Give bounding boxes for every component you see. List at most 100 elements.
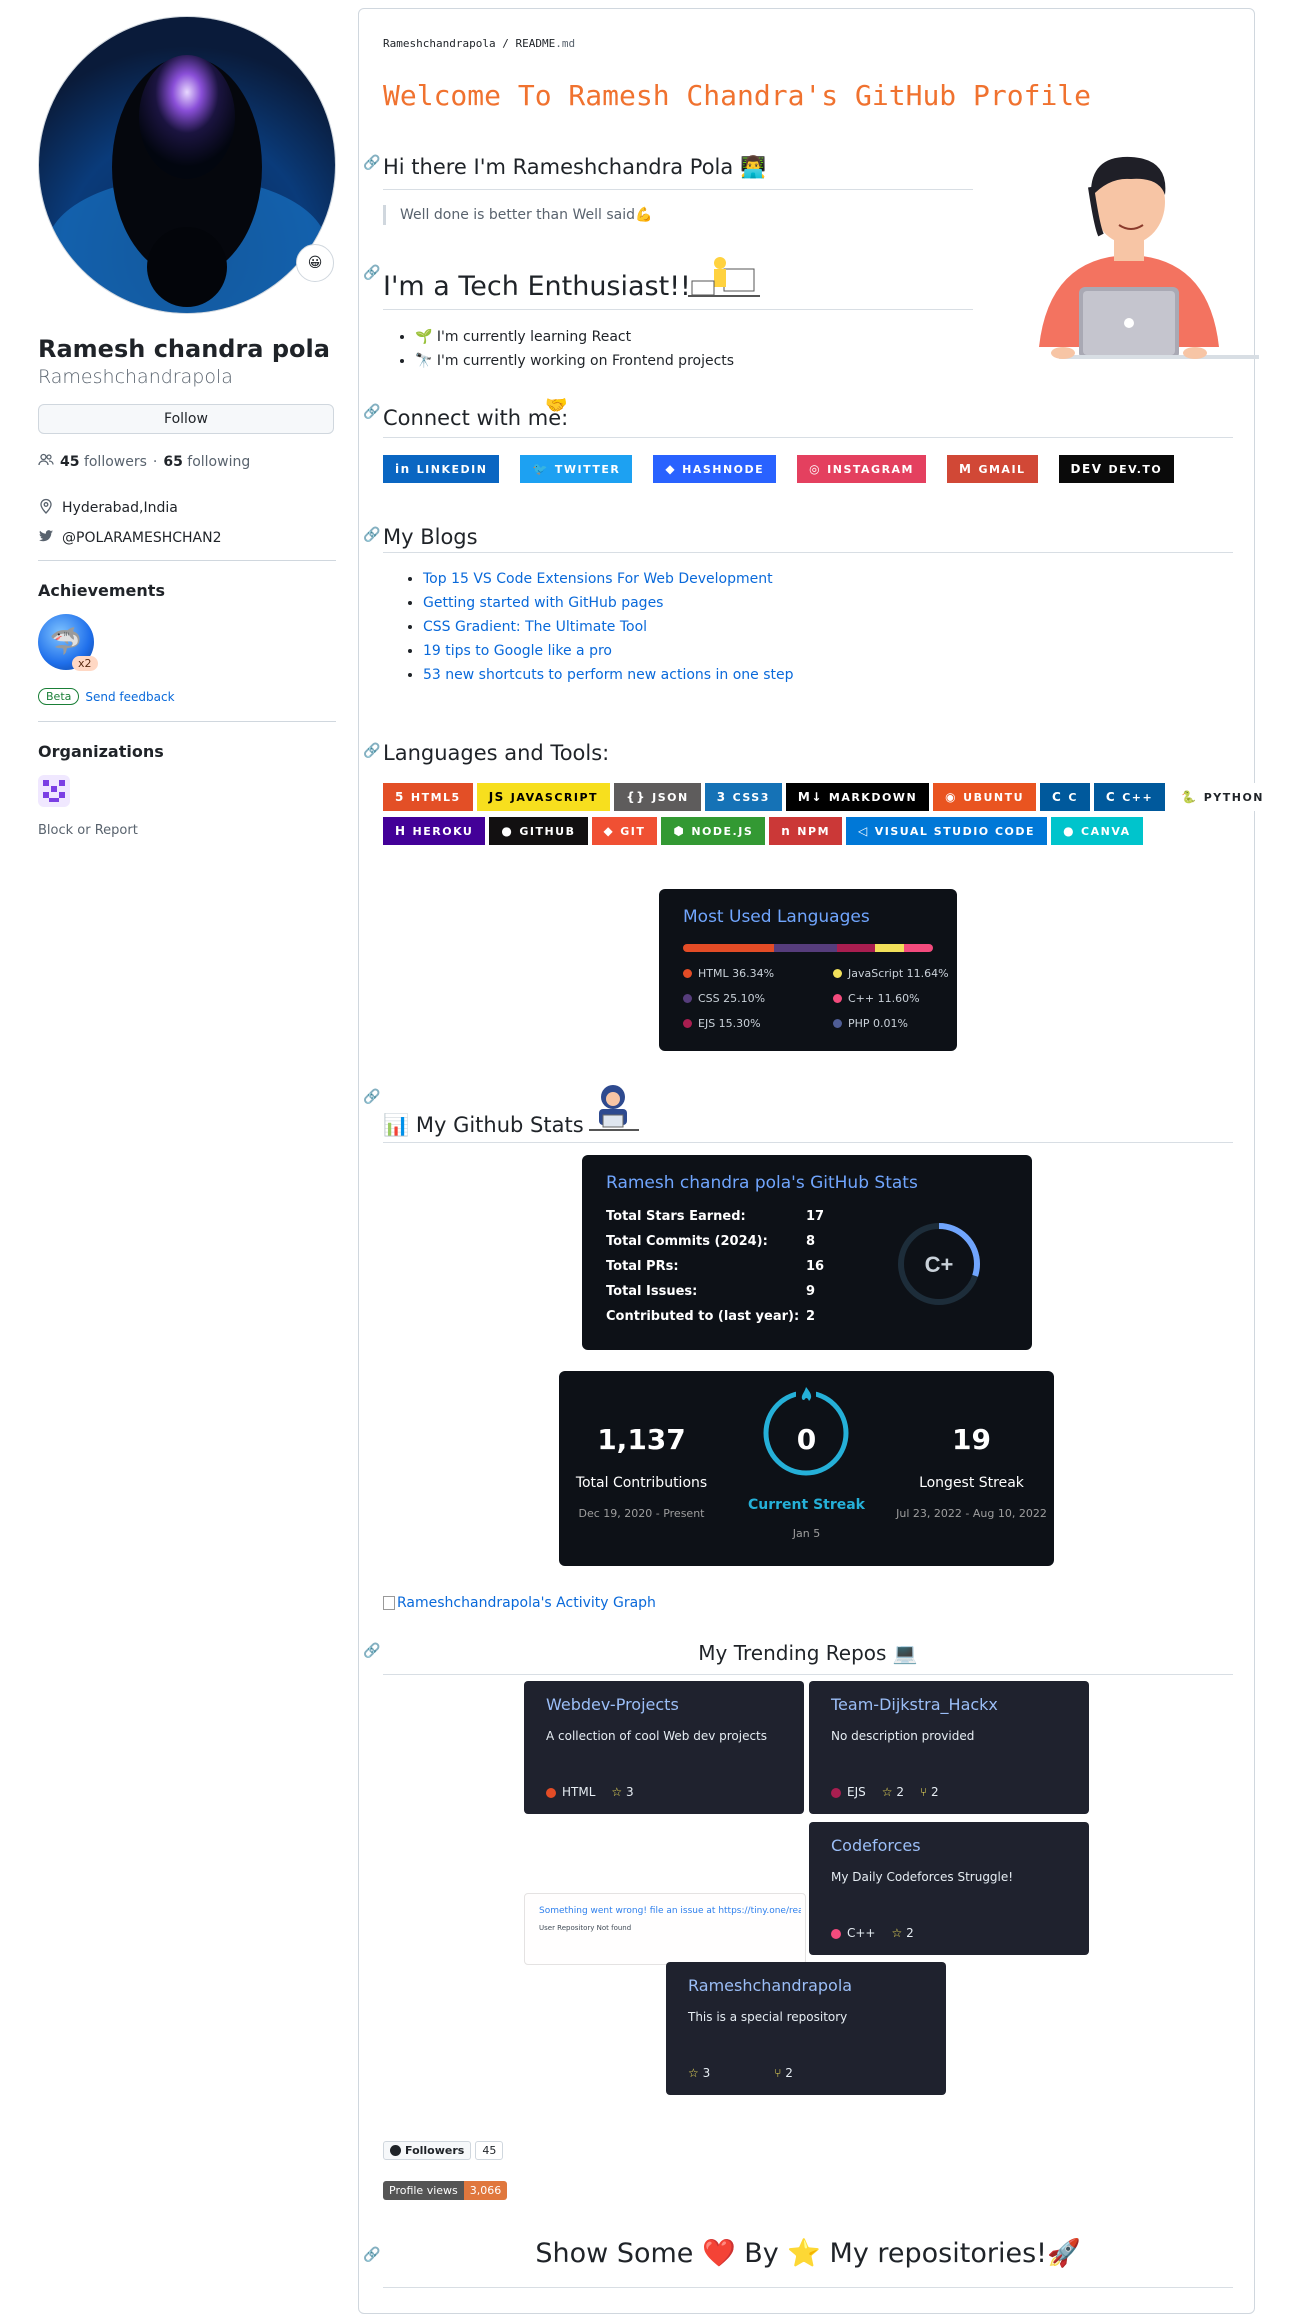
readme-path-user[interactable]: Rameshchandrapola bbox=[383, 37, 496, 50]
anchor-link-icon[interactable]: 🔗 bbox=[363, 527, 380, 543]
longest-streak: 19 bbox=[952, 1423, 991, 1456]
github-icon: ● bbox=[501, 824, 514, 838]
language-legend-item: PHP 0.01% bbox=[833, 1017, 908, 1030]
tool-badge[interactable]: ● GITHUB bbox=[489, 817, 588, 845]
repo-footer: HTML ☆ 3 bbox=[546, 1785, 634, 1799]
language-legend-item: JavaScript 11.64% bbox=[833, 967, 949, 980]
css3-icon: 3 bbox=[716, 790, 727, 804]
language-bar-segment bbox=[836, 944, 875, 952]
blog-link[interactable]: CSS Gradient: The Ultimate Tool bbox=[423, 619, 794, 635]
anchor-link-icon[interactable]: 🔗 bbox=[363, 2247, 380, 2263]
following-link[interactable]: 65 following bbox=[163, 454, 250, 470]
badge-label: MARKDOWN bbox=[828, 790, 918, 804]
stat-value: 2 bbox=[806, 1309, 816, 1324]
tool-badge[interactable]: H HEROKU bbox=[383, 817, 486, 845]
profile-sidebar: 😀 Ramesh chandra pola Rameshchandrapola … bbox=[38, 16, 336, 838]
badge-label: HTML5 bbox=[410, 790, 461, 804]
repos-heading: My Trending Repos 💻 bbox=[698, 1641, 918, 1665]
followers-badge[interactable]: Followers 45 bbox=[383, 2141, 504, 2160]
anchor-link-icon[interactable]: 🔗 bbox=[363, 743, 380, 759]
tool-badge[interactable]: JS JAVASCRIPT bbox=[476, 783, 611, 811]
avatar[interactable] bbox=[38, 16, 336, 314]
repo-card[interactable]: Team-Dijkstra_Hackx No description provi… bbox=[809, 1681, 1089, 1814]
tool-badge[interactable]: C C++ bbox=[1093, 783, 1166, 811]
streak-stats-card: 1,137 Total Contributions Dec 19, 2020 -… bbox=[559, 1371, 1054, 1566]
social-badge[interactable]: ◆ HASHNODE bbox=[653, 455, 777, 483]
achievement-badge[interactable]: 🦈 x2 bbox=[38, 614, 98, 674]
divider bbox=[383, 2287, 1233, 2288]
stat-value: 17 bbox=[806, 1209, 825, 1224]
stat-value: 8 bbox=[806, 1234, 816, 1249]
blog-link[interactable]: 53 new shortcuts to perform new actions … bbox=[423, 667, 794, 683]
star-icon: ☆ bbox=[881, 1785, 893, 1799]
twitter-icon: 🐦 bbox=[532, 462, 549, 476]
follow-button[interactable]: Follow bbox=[38, 404, 334, 434]
broken-image-icon bbox=[383, 1596, 395, 1610]
tool-badge[interactable]: 5 HTML5 bbox=[383, 783, 473, 811]
profile-views-badge: Profile views 3,066 bbox=[383, 2181, 508, 2200]
block-report-link[interactable]: Block or Report bbox=[38, 823, 336, 838]
blog-link[interactable]: Top 15 VS Code Extensions For Web Develo… bbox=[423, 571, 794, 587]
send-feedback-link[interactable]: Send feedback bbox=[85, 690, 174, 704]
tool-badge[interactable]: M↓ MARKDOWN bbox=[785, 783, 930, 811]
followers-link[interactable]: 45 followers bbox=[60, 454, 147, 470]
divider bbox=[383, 1674, 1233, 1675]
repo-card[interactable]: Webdev-Projects A collection of cool Web… bbox=[524, 1681, 804, 1814]
list-item: 🌱 I'm currently learning React bbox=[415, 329, 734, 345]
repo-card[interactable]: Rameshchandrapola This is a special repo… bbox=[666, 1962, 946, 2095]
tool-badge[interactable]: CC bbox=[1040, 783, 1090, 811]
stats-card-title: Ramesh chandra pola's GitHub Stats bbox=[606, 1173, 918, 1193]
language-dot bbox=[683, 1019, 692, 1028]
anchor-link-icon[interactable]: 🔗 bbox=[363, 404, 380, 420]
organization-logo-icon bbox=[43, 780, 65, 802]
stat-value: 9 bbox=[806, 1284, 816, 1299]
social-badge[interactable]: in LINKEDIN bbox=[383, 455, 500, 483]
social-badge[interactable]: M GMAIL bbox=[947, 455, 1038, 483]
instagram-icon: ◎ bbox=[809, 462, 822, 476]
repo-description: No description provided bbox=[831, 1729, 975, 1743]
javascript-icon: JS bbox=[488, 790, 505, 804]
repo-description: A collection of cool Web dev projects bbox=[546, 1729, 768, 1743]
activity-graph-link[interactable]: Rameshchandrapola's Activity Graph bbox=[383, 1595, 656, 1611]
heroku-icon: H bbox=[395, 824, 407, 838]
tool-badge[interactable]: ◆ GIT bbox=[591, 817, 658, 845]
readme-path: Rameshchandrapola / README.md bbox=[383, 37, 576, 50]
feedback-row: Beta Send feedback bbox=[38, 688, 336, 705]
star-icon: ☆ bbox=[688, 2066, 699, 2080]
repo-footer: ☆ 3 ⑂ 2 bbox=[688, 2066, 793, 2080]
stat-label: Total Issues: bbox=[606, 1284, 698, 1299]
repo-card[interactable]: Codeforces My Daily Codeforces Struggle!… bbox=[809, 1822, 1089, 1955]
anchor-link-icon[interactable]: 🔗 bbox=[363, 265, 380, 281]
stat-value: 16 bbox=[806, 1259, 825, 1274]
dev-to-icon: DEV bbox=[1070, 462, 1103, 476]
social-badge[interactable]: 🐦 TWITTER bbox=[520, 455, 633, 483]
anchor-link-icon[interactable]: 🔗 bbox=[363, 155, 380, 171]
twitter-item[interactable]: @POLARAMESHCHAN2 bbox=[38, 528, 336, 548]
star-icon: ☆ bbox=[611, 1785, 623, 1799]
anchor-link-icon[interactable]: 🔗 bbox=[363, 1643, 380, 1659]
tool-badge[interactable]: ⬢ NODE.JS bbox=[661, 817, 766, 845]
social-badge[interactable]: DEV DEV.TO bbox=[1058, 455, 1175, 483]
achievement-count: x2 bbox=[72, 656, 98, 671]
blog-link[interactable]: Getting started with GitHub pages bbox=[423, 595, 794, 611]
tool-badge[interactable]: {} JSON bbox=[614, 783, 701, 811]
rocket-icon: 🚀 bbox=[1046, 2238, 1081, 2269]
organization-avatar[interactable] bbox=[38, 775, 70, 807]
status-emoji[interactable]: 😀 bbox=[296, 244, 334, 282]
github-stats-card: Ramesh chandra pola's GitHub Stats Total… bbox=[582, 1155, 1032, 1350]
social-badge[interactable]: ◎ INSTAGRAM bbox=[797, 455, 926, 483]
badge-label: HEROKU bbox=[412, 824, 474, 838]
tool-badge[interactable]: 3 CSS3 bbox=[704, 783, 782, 811]
language-bar-segment bbox=[903, 944, 933, 952]
anchor-link-icon[interactable]: 🔗 bbox=[363, 1089, 380, 1105]
tool-badge[interactable]: ◉ UBUNTU bbox=[933, 783, 1037, 811]
blog-link[interactable]: 19 tips to Google like a pro bbox=[423, 643, 794, 659]
tool-badge[interactable]: n NPM bbox=[769, 817, 843, 845]
connect-heading: Connect with me: bbox=[383, 406, 569, 430]
repo-footer: C++ ☆ 2 bbox=[831, 1926, 914, 1940]
badge-label: HASHNODE bbox=[682, 462, 765, 476]
tool-badge[interactable]: 🐍 PYTHON bbox=[1169, 783, 1276, 811]
tool-badge[interactable]: ◁ VISUAL STUDIO CODE bbox=[846, 817, 1048, 845]
visual-studio-code-icon: ◁ bbox=[858, 824, 869, 838]
tool-badge[interactable]: ● CANVA bbox=[1051, 817, 1143, 845]
